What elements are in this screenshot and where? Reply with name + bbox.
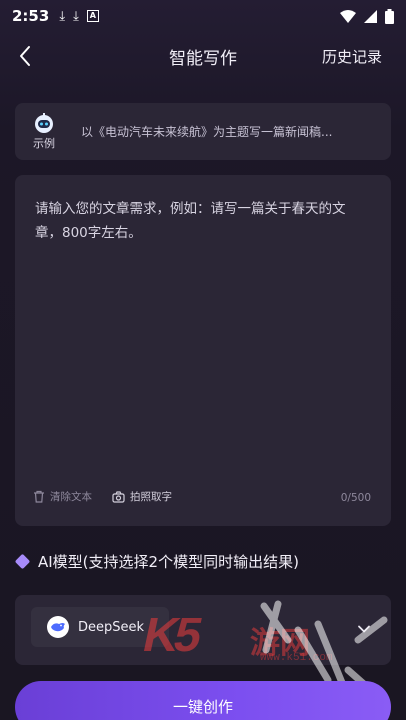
chevron-down-icon[interactable] — [357, 622, 371, 636]
a-notification-icon: A — [86, 10, 99, 22]
character-count: 0/500 — [340, 492, 371, 504]
example-prompt[interactable]: 以《电动汽车未来续航》为主题写一篇新闻稿... — [81, 123, 371, 140]
deepseek-logo-icon — [47, 616, 69, 638]
model-section-heading: AI模型(支持选择2个模型同时输出结果) — [14, 551, 299, 572]
camera-icon — [112, 490, 125, 503]
model-chip-deepseek[interactable]: DeepSeek — [31, 607, 169, 647]
create-button[interactable]: 一键创作 — [15, 681, 391, 720]
wifi-icon — [340, 9, 356, 23]
model-selector[interactable]: DeepSeek — [15, 595, 391, 665]
status-time: 2:53 — [12, 7, 50, 25]
model-heading-text: AI模型(支持选择2个模型同时输出结果) — [38, 553, 299, 571]
photo-ocr-label: 拍照取字 — [130, 491, 172, 503]
input-placeholder: 请输入您的文章需求，例如：请写一篇关于春天的文章，800字左右。 — [35, 201, 346, 241]
example-badge: 示例 — [17, 112, 71, 151]
smart-writing-screen: 2:53 ⤓ ⤓ A 智能写作 历史记录 示例 以《电动汽车未来续航》为主题写一… — [0, 0, 406, 720]
example-card[interactable]: 示例 以《电动汽车未来续航》为主题写一篇新闻稿... — [15, 103, 391, 160]
battery-icon — [385, 8, 394, 24]
editor-toolbar: 清除文本 拍照取字 — [33, 489, 192, 504]
download-icon: ⤓ — [73, 8, 79, 24]
model-name: DeepSeek — [78, 619, 145, 635]
nav-bar: 智能写作 历史记录 — [0, 36, 406, 76]
article-request-input[interactable]: 请输入您的文章需求，例如：请写一篇关于春天的文章，800字左右。 清除文本 拍照… — [15, 175, 391, 526]
clear-text-label: 清除文本 — [50, 491, 92, 503]
signal-icon — [364, 9, 377, 23]
status-bar: 2:53 ⤓ ⤓ A — [0, 0, 406, 32]
history-button[interactable]: 历史记录 — [322, 46, 382, 67]
status-right — [340, 8, 394, 24]
photo-ocr-button[interactable]: 拍照取字 — [112, 489, 172, 504]
clear-text-button[interactable]: 清除文本 — [33, 489, 92, 504]
trash-icon — [34, 490, 44, 503]
download-icon: ⤓ — [59, 8, 66, 24]
diamond-icon — [14, 553, 31, 570]
example-label: 示例 — [33, 137, 55, 150]
robot-icon — [35, 113, 53, 133]
